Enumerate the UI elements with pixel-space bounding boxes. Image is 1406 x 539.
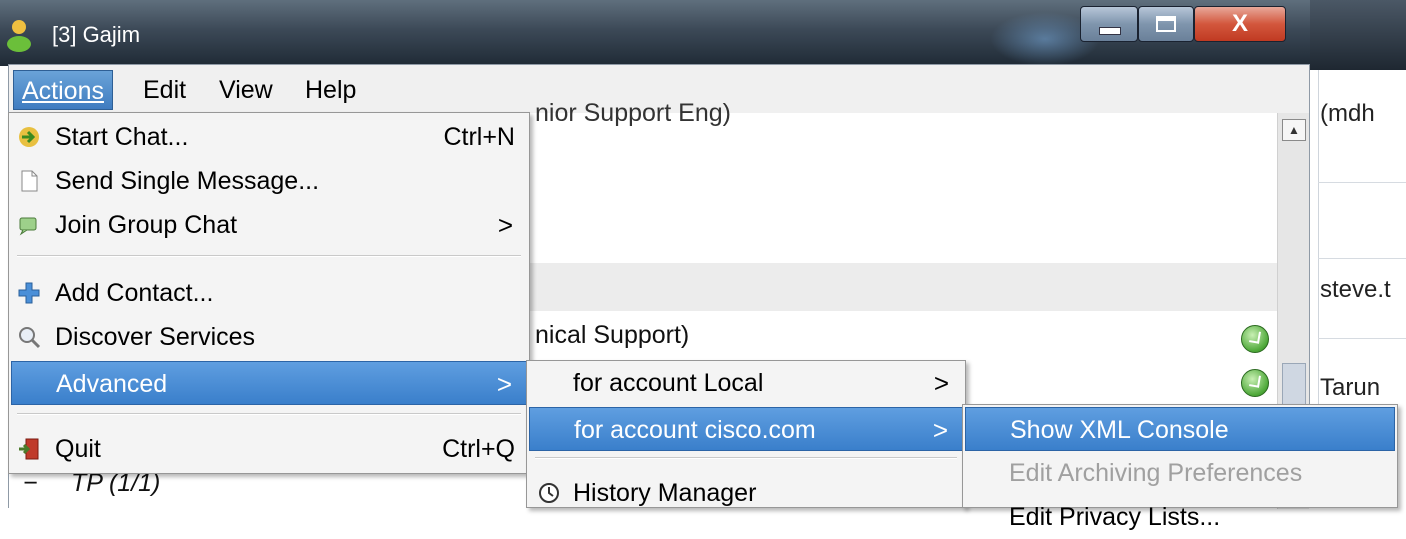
gajim-app-icon	[7, 20, 31, 52]
menu-item-account-cisco[interactable]: for account cisco.com >	[529, 407, 963, 451]
menu-view[interactable]: View	[211, 70, 281, 110]
divider	[1318, 338, 1406, 339]
menu-item-edit-archiving[interactable]: Edit Archiving Preferences	[965, 451, 1395, 495]
discover-services-label: Discover Services	[55, 323, 256, 351]
maximize-button[interactable]	[1138, 6, 1194, 42]
title-bar: [3] Gajim X	[0, 0, 1310, 66]
background-window-titlebar	[1310, 0, 1406, 70]
background-row-1[interactable]: (mdh	[1320, 100, 1406, 128]
menu-help[interactable]: Help	[297, 70, 364, 110]
menu-separator	[535, 457, 957, 459]
menu-item-send-single-message[interactable]: Send Single Message...	[11, 159, 527, 203]
menu-item-quit[interactable]: Quit Ctrl+Q	[11, 427, 527, 471]
minimize-button[interactable]	[1080, 6, 1138, 42]
menu-actions-label: Actions	[22, 77, 104, 105]
magnifier-icon	[19, 327, 41, 349]
plus-icon	[18, 282, 40, 304]
chevron-right-icon: >	[496, 369, 512, 399]
quit-shortcut: Ctrl+Q	[442, 435, 515, 463]
join-group-chat-label: Join Group Chat	[55, 211, 238, 239]
scroll-up-icon[interactable]: ▲	[1282, 119, 1306, 141]
close-icon: X	[1231, 10, 1248, 37]
menu-item-join-group-chat[interactable]: Join Group Chat >	[11, 203, 527, 247]
menu-actions[interactable]: Actions	[13, 70, 113, 110]
history-icon	[539, 483, 559, 503]
close-button[interactable]: X	[1194, 6, 1286, 42]
menu-edit-label: Edit	[143, 76, 187, 104]
menu-item-history-manager[interactable]: History Manager	[529, 471, 963, 515]
online-status-icon	[1241, 325, 1269, 353]
edit-archiving-label: Edit Archiving Preferences	[1009, 459, 1303, 487]
show-xml-console-label: Show XML Console	[1010, 416, 1229, 444]
chevron-right-icon: >	[932, 415, 948, 445]
send-single-message-label: Send Single Message...	[55, 167, 320, 195]
add-contact-label: Add Contact...	[55, 279, 214, 307]
edit-privacy-label: Edit Privacy Lists...	[1009, 503, 1221, 531]
menu-item-discover-services[interactable]: Discover Services	[11, 315, 527, 359]
minimize-icon	[1099, 27, 1121, 35]
background-row-2[interactable]: steve.t	[1320, 276, 1406, 304]
chat-icon	[19, 217, 37, 236]
menu-item-start-chat[interactable]: Start Chat... Ctrl+N	[11, 115, 527, 159]
menu-item-add-contact[interactable]: Add Contact...	[11, 271, 527, 315]
account-local-label: for account Local	[573, 369, 764, 397]
menu-item-show-xml-console[interactable]: Show XML Console	[965, 407, 1395, 451]
window-title: [3] Gajim	[52, 22, 141, 47]
menu-view-label: View	[219, 76, 273, 104]
divider	[1318, 182, 1406, 183]
actions-menu: Start Chat... Ctrl+N Send Single Message…	[8, 112, 530, 474]
account-cisco-label: for account cisco.com	[574, 416, 816, 444]
divider	[1318, 258, 1406, 259]
background-row-3[interactable]: Tarun	[1320, 374, 1406, 402]
menu-item-edit-privacy[interactable]: Edit Privacy Lists...	[965, 495, 1395, 539]
menu-separator	[17, 413, 521, 415]
menu-help-label: Help	[305, 76, 357, 104]
menu-item-account-local[interactable]: for account Local >	[529, 361, 963, 405]
start-chat-label: Start Chat...	[55, 123, 189, 151]
document-icon	[21, 170, 38, 192]
chevron-right-icon: >	[933, 368, 949, 398]
chevron-right-icon: >	[497, 210, 513, 240]
advanced-label: Advanced	[56, 370, 168, 398]
quit-label: Quit	[55, 435, 101, 463]
account-submenu: Show XML Console Edit Archiving Preferen…	[962, 404, 1398, 531]
start-chat-shortcut: Ctrl+N	[443, 123, 515, 151]
history-manager-label: History Manager	[573, 479, 757, 507]
roster-contact-partial[interactable]: nior Support Eng)	[535, 99, 731, 128]
online-status-icon	[1241, 369, 1269, 397]
menu-item-advanced[interactable]: Advanced >	[11, 361, 527, 405]
menu-separator	[17, 255, 521, 257]
advanced-submenu: for account Local > for account cisco.co…	[526, 360, 966, 508]
maximize-icon	[1156, 16, 1176, 32]
menu-edit[interactable]: Edit	[135, 70, 194, 110]
arrow-icon	[19, 127, 39, 147]
roster-contact[interactable]: nical Support)	[535, 321, 689, 350]
exit-door-icon	[19, 438, 39, 460]
